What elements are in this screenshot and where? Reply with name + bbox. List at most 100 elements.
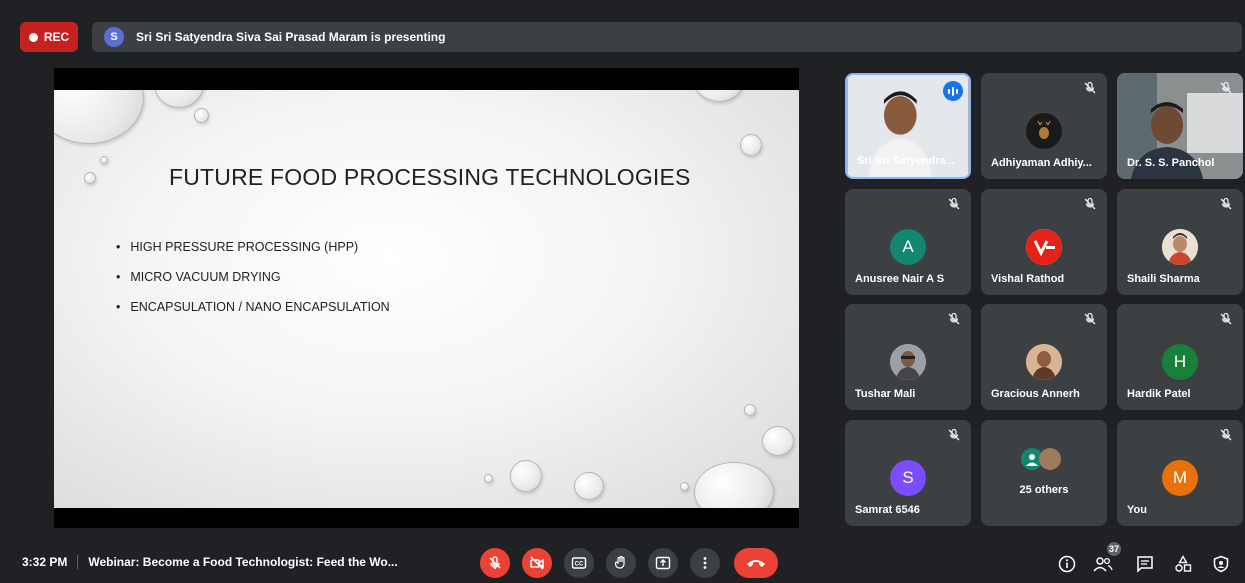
activities-icon xyxy=(1175,555,1192,572)
water-drop-decoration xyxy=(694,462,774,508)
water-drop-decoration xyxy=(484,474,493,483)
participant-avatar xyxy=(1162,229,1198,265)
person-photo-avatar-icon xyxy=(1026,344,1062,380)
participant-tile[interactable]: Adhiyaman Adhiy... xyxy=(981,73,1107,179)
water-drop-decoration xyxy=(194,108,209,123)
participant-avatar xyxy=(1026,113,1062,149)
brand-logo-avatar-icon xyxy=(1026,229,1062,265)
participant-avatar: H xyxy=(1162,344,1198,380)
participant-tile[interactable]: Vishal Rathod xyxy=(981,189,1107,295)
activities-button[interactable] xyxy=(1172,553,1194,575)
meeting-details: 3:32 PM Webinar: Become a Food Technolog… xyxy=(22,555,398,569)
presenting-banner: S Sri Sri Satyendra Siva Sai Prasad Mara… xyxy=(92,22,1242,52)
participant-avatar xyxy=(890,344,926,380)
people-icon xyxy=(1093,557,1113,572)
recording-indicator[interactable]: REC xyxy=(20,22,78,52)
participant-tile[interactable]: Dr. S. S. Panchol xyxy=(1117,73,1243,179)
record-dot-icon xyxy=(28,32,38,42)
participant-avatar: A xyxy=(890,229,926,265)
participant-tile[interactable]: Sri Sri Satyendra... xyxy=(845,73,971,179)
chat-icon xyxy=(1137,556,1153,573)
participant-tile[interactable]: Gracious Annerh xyxy=(981,304,1107,410)
mic-off-icon xyxy=(1220,81,1232,94)
participant-avatar xyxy=(1026,229,1062,265)
raise-hand-icon xyxy=(614,555,625,569)
leave-call-button[interactable] xyxy=(734,548,778,578)
participant-name: Tushar Mali xyxy=(855,388,916,400)
chat-button[interactable] xyxy=(1134,553,1156,575)
mic-off-icon xyxy=(1084,81,1096,94)
others-avatars xyxy=(1021,448,1061,470)
mic-off-icon xyxy=(489,556,501,569)
clock-time: 3:32 PM xyxy=(22,555,68,569)
water-drop-decoration xyxy=(740,134,762,156)
mic-off-icon xyxy=(1084,312,1096,325)
participant-avatar: S xyxy=(890,460,926,496)
meeting-details-button[interactable] xyxy=(1056,553,1078,575)
presenting-text: Sri Sri Satyendra Siva Sai Prasad Maram … xyxy=(136,30,446,44)
participant-avatar: M xyxy=(1162,460,1198,496)
participant-tile[interactable]: Shaili Sharma xyxy=(1117,189,1243,295)
more-options-icon xyxy=(703,557,707,569)
host-controls-icon xyxy=(1213,555,1229,573)
camera-off-icon xyxy=(530,556,544,570)
more-options-button[interactable] xyxy=(690,548,720,578)
slide-bullet: HIGH PRESSURE PROCESSING (HPP) xyxy=(116,240,390,254)
participant-avatar xyxy=(1026,344,1062,380)
participant-name: Shaili Sharma xyxy=(1127,273,1200,285)
water-drop-decoration xyxy=(694,90,744,102)
participant-tile[interactable]: S Samrat 6546 xyxy=(845,420,971,526)
rec-label: REC xyxy=(43,30,70,44)
person-photo-avatar-icon xyxy=(1162,229,1198,265)
present-icon xyxy=(655,556,671,570)
participant-name: Adhiyaman Adhiy... xyxy=(991,157,1092,169)
participant-tile[interactable]: H Hardik Patel xyxy=(1117,304,1243,410)
others-count: 25 others xyxy=(1019,484,1069,496)
mic-off-icon xyxy=(948,312,960,325)
water-drop-decoration xyxy=(510,460,542,492)
mic-off-icon xyxy=(948,197,960,210)
captions-icon: CC xyxy=(571,557,587,569)
water-drop-decoration xyxy=(54,90,144,144)
mic-off-icon xyxy=(1220,312,1232,325)
water-drop-decoration xyxy=(680,482,689,491)
person-photo-avatar-icon xyxy=(890,344,926,380)
speaking-indicator-icon xyxy=(943,81,963,101)
participant-name: Dr. S. S. Panchol xyxy=(1127,157,1215,169)
microphone-toggle-button[interactable] xyxy=(480,548,510,578)
leave-call-icon xyxy=(747,560,765,567)
captions-button[interactable]: CC xyxy=(564,548,594,578)
participant-name: Vishal Rathod xyxy=(991,273,1065,285)
participant-tile[interactable]: Tushar Mali xyxy=(845,304,971,410)
water-drop-decoration xyxy=(744,404,756,416)
slide-bullet: MICRO VACUUM DRYING xyxy=(116,270,390,284)
presentation-area: FUTURE FOOD PROCESSING TECHNOLOGIES HIGH… xyxy=(54,68,799,528)
participant-name: You xyxy=(1127,504,1147,516)
participant-name: Hardik Patel xyxy=(1127,388,1191,400)
participant-tile-self[interactable]: M You xyxy=(1117,420,1243,526)
mic-off-icon xyxy=(1220,428,1232,441)
present-now-button[interactable] xyxy=(648,548,678,578)
raise-hand-button[interactable] xyxy=(606,548,636,578)
person-icon xyxy=(1026,454,1038,466)
participant-name: Samrat 6546 xyxy=(855,504,920,516)
deer-avatar-icon xyxy=(1037,120,1051,139)
camera-toggle-button[interactable] xyxy=(522,548,552,578)
water-drop-decoration xyxy=(574,472,604,500)
slide: FUTURE FOOD PROCESSING TECHNOLOGIES HIGH… xyxy=(54,90,799,508)
water-drop-decoration xyxy=(100,156,108,164)
participant-name: Anusree Nair A S xyxy=(855,273,945,285)
mic-off-icon xyxy=(1220,197,1232,210)
participant-tile[interactable]: A Anusree Nair A S xyxy=(845,189,971,295)
others-tile[interactable]: 25 others xyxy=(981,420,1107,526)
mic-off-icon xyxy=(1084,197,1096,210)
water-drop-decoration xyxy=(154,90,204,108)
water-drop-decoration xyxy=(762,426,794,456)
participant-count-badge: 37 xyxy=(1106,541,1122,557)
slide-bullet-list: HIGH PRESSURE PROCESSING (HPP) MICRO VAC… xyxy=(116,240,390,330)
divider xyxy=(77,555,79,569)
participant-name: Gracious Annerh xyxy=(991,388,1080,400)
other-participant-avatar xyxy=(1039,448,1061,470)
host-controls-button[interactable] xyxy=(1210,553,1232,575)
slide-title: FUTURE FOOD PROCESSING TECHNOLOGIES xyxy=(169,164,691,190)
